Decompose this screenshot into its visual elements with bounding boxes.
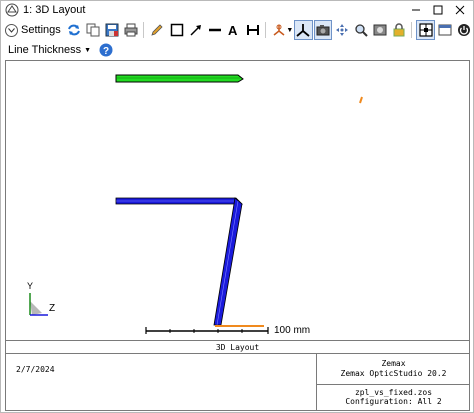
window-title: 1: 3D Layout [23, 4, 86, 16]
arrow-tool-button[interactable] [187, 20, 205, 40]
move-view-button[interactable] [333, 20, 351, 40]
scale-bar [145, 327, 269, 334]
settings-button[interactable]: Settings [5, 20, 64, 40]
magnifier-icon [355, 24, 368, 37]
footer-title: 3D Layout [215, 342, 260, 352]
rotate-axes-icon [273, 24, 285, 36]
grid-icon [418, 23, 433, 37]
rectangle-tool-button[interactable] [167, 20, 185, 40]
app-icon [5, 3, 19, 17]
line-thickness-label: Line Thickness [8, 44, 82, 56]
dropdown-arrow-icon: ▼ [84, 46, 92, 54]
text-icon: A [228, 23, 238, 37]
layout-canvas[interactable]: 100 mm Y Z [5, 60, 470, 341]
toolbar-separator [265, 22, 267, 38]
window-icon [438, 24, 452, 36]
line-tool-button[interactable] [206, 20, 224, 40]
line-thickness-dropdown[interactable]: Line Thickness ▼ [8, 44, 91, 56]
company-box: Zemax Zemax OpticStudio 20.2 [317, 354, 470, 385]
layout-drawing [29, 74, 363, 334]
axes-view-button[interactable] [294, 20, 313, 40]
print-button[interactable] [122, 20, 140, 40]
refresh-icon [67, 24, 80, 36]
save-icon [105, 23, 119, 37]
lock-button[interactable] [390, 20, 408, 40]
refresh-button[interactable] [65, 20, 83, 40]
close-button[interactable] [449, 1, 471, 19]
camera-button[interactable] [313, 20, 332, 40]
copy-icon [86, 23, 100, 37]
footer-right-panel: Zemax Zemax OpticStudio 20.2 zpl_vs_fixe… [316, 354, 470, 410]
toolbar-separator [143, 22, 145, 38]
zoom-button[interactable] [352, 20, 370, 40]
orange-ray-fragment [359, 96, 363, 104]
green-ray-bundle [115, 74, 244, 83]
save-button[interactable] [103, 20, 121, 40]
layout-grid-button[interactable] [416, 20, 435, 40]
toolbar-separator [411, 22, 413, 38]
svg-text:?: ? [103, 46, 109, 57]
close-icon [455, 5, 465, 15]
maximize-button[interactable] [427, 1, 449, 19]
configuration-label: Configuration: All 2 [345, 397, 442, 406]
dimension-tool-button[interactable] [244, 20, 262, 40]
blue-ray-bundle [115, 197, 243, 326]
rectangle-icon [170, 23, 183, 37]
snapshot-icon [373, 24, 387, 36]
footer-title-row: 3D Layout [6, 341, 469, 354]
power-icon [457, 24, 470, 36]
minimize-button[interactable] [405, 1, 427, 19]
pencil-tool-button[interactable] [148, 20, 166, 40]
file-name: zpl_vs_fixed.zos [354, 388, 433, 397]
axes-icon [296, 24, 311, 37]
file-box: zpl_vs_fixed.zos Configuration: All 2 [317, 385, 470, 410]
footer-date: 2/7/2024 [16, 365, 55, 374]
chevron-down-icon [5, 23, 18, 37]
axes-indicator [29, 293, 48, 316]
footer-info-block: 3D Layout 2/7/2024 Zemax Zemax OpticStud… [5, 341, 470, 411]
main-toolbar: Settings A ▼ [1, 19, 473, 41]
pencil-icon [151, 24, 163, 36]
line-icon [208, 28, 221, 32]
maximize-icon [433, 5, 443, 15]
settings-label: Settings [21, 24, 61, 36]
lock-icon [393, 23, 405, 37]
company-name: Zemax [381, 359, 406, 368]
copy-button[interactable] [84, 20, 102, 40]
secondary-toolbar: Line Thickness ▼ ? [1, 41, 473, 59]
dropdown-arrow-icon[interactable]: ▼ [286, 27, 293, 34]
snapshot-button[interactable] [371, 20, 389, 40]
scale-bar-label: 100 mm [274, 325, 311, 336]
window-view-button[interactable] [436, 20, 454, 40]
help-icon[interactable]: ? [99, 43, 113, 57]
dimension-icon [247, 25, 260, 35]
power-button[interactable] [455, 20, 473, 40]
svg-text:A: A [228, 23, 238, 37]
title-bar[interactable]: 1: 3D Layout [1, 1, 473, 19]
layout-window: 1: 3D Layout Settings A ▼ Line Thickness… [0, 0, 474, 413]
axis-y-label: Y [27, 281, 34, 291]
axis-z-label: Z [49, 303, 56, 314]
move-icon [335, 24, 348, 36]
arrow-icon [190, 25, 201, 36]
product-name: Zemax OpticStudio 20.2 [340, 369, 447, 378]
minimize-icon [412, 9, 420, 11]
camera-icon [316, 25, 330, 36]
printer-icon [124, 23, 138, 37]
text-tool-button[interactable]: A [225, 20, 243, 40]
